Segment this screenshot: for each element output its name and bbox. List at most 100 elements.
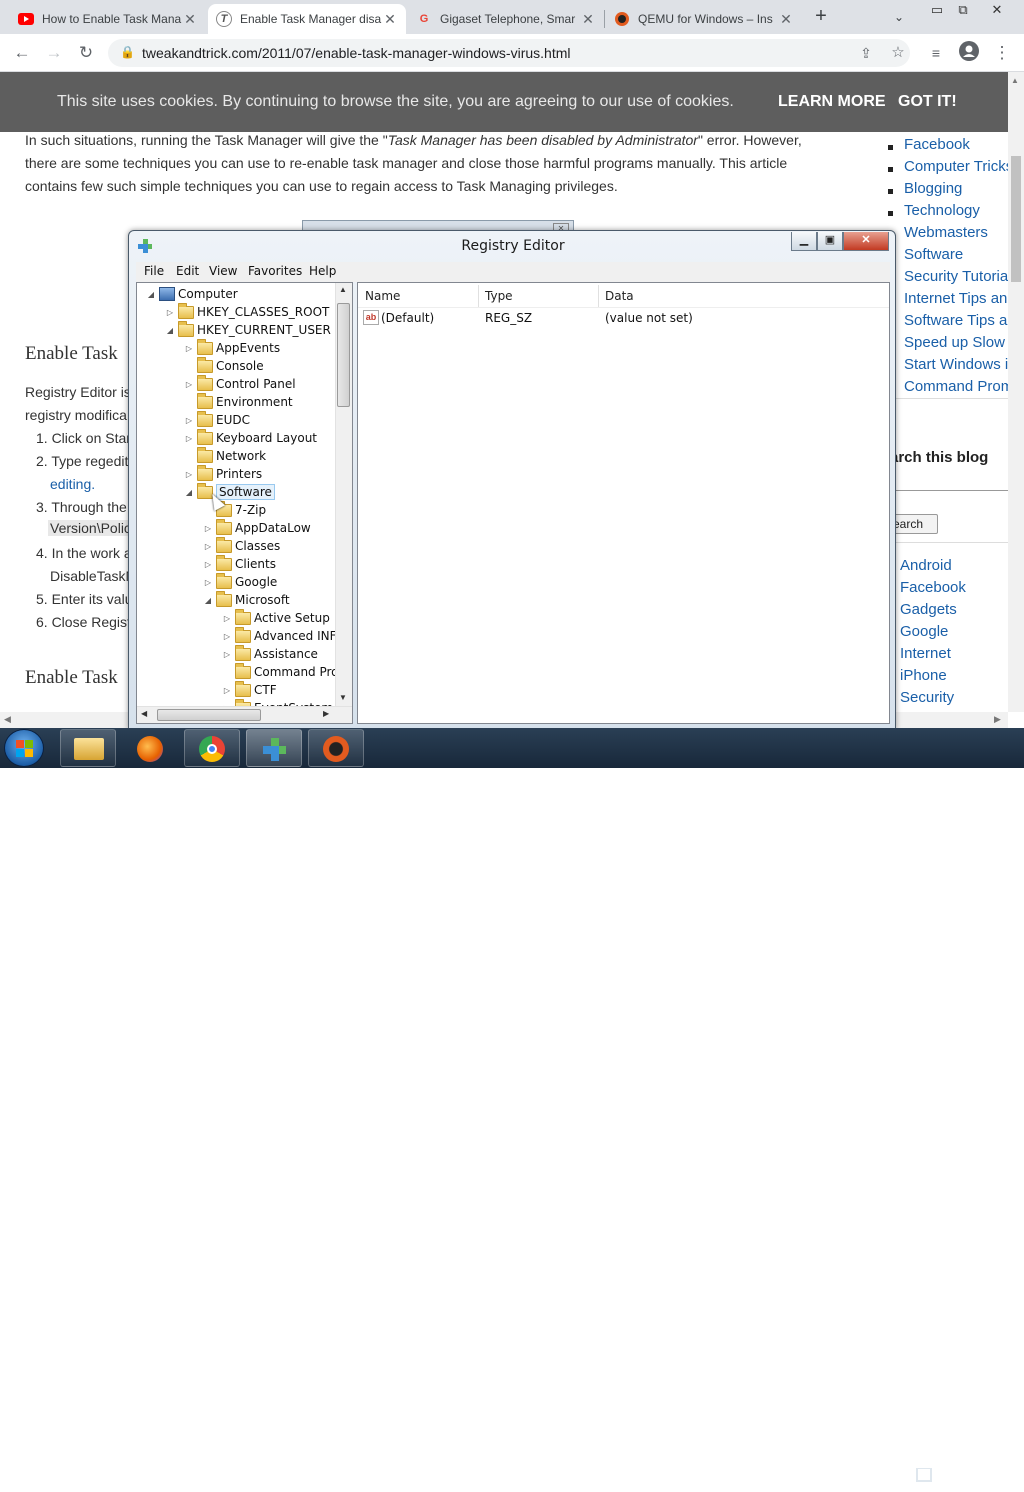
tree-node[interactable]: ▷ Active Setup	[221, 608, 330, 627]
tab-4[interactable]: QEMU for Windows – Ins ✕	[606, 4, 802, 34]
tree-node[interactable]: Network	[183, 446, 266, 465]
collapsed-arrow-icon[interactable]: ▷	[183, 416, 195, 425]
expanded-arrow-icon[interactable]: ◢	[164, 326, 176, 335]
scroll-down-arrow-icon[interactable]: ▼	[339, 693, 347, 702]
tree-node[interactable]: ◢ Computer	[145, 285, 238, 303]
scroll-left-arrow-icon[interactable]: ◀	[141, 709, 147, 718]
sidebar-link[interactable]: Software Tips ar	[904, 312, 1012, 329]
registry-tree[interactable]: ◢ Computer ▷ HKEY_CLASSES_ROOT ◢ HKEY_CURRENT…	[136, 282, 353, 724]
tree-node[interactable]: ◢ Microsoft	[202, 590, 290, 609]
collapsed-arrow-icon[interactable]: ▷	[202, 524, 214, 533]
taskbar-app[interactable]	[308, 729, 364, 767]
scroll-right-arrow-icon[interactable]: ▶	[994, 714, 1001, 725]
collapsed-arrow-icon[interactable]: ▷	[221, 632, 233, 641]
close-icon[interactable]: ✕	[182, 11, 198, 28]
tree-node[interactable]: Command Pro	[221, 662, 339, 681]
step-link[interactable]: editing.	[50, 476, 95, 492]
label-link[interactable]: Gadgets	[900, 601, 957, 618]
back-button[interactable]: ←	[10, 41, 34, 65]
scroll-up-arrow-icon[interactable]: ▲	[339, 285, 347, 294]
reading-list-icon[interactable]: ≡	[924, 41, 948, 65]
tab-1[interactable]: How to Enable Task Mana ✕	[10, 4, 206, 34]
sidebar-link[interactable]: Software	[904, 246, 963, 263]
collapsed-arrow-icon[interactable]: ▷	[183, 380, 195, 389]
got-it-button[interactable]: GOT IT!	[898, 93, 957, 111]
scroll-up-arrow-icon[interactable]: ▲	[1011, 76, 1019, 85]
tree-node[interactable]: ▷ Clients	[202, 554, 276, 573]
scroll-right-arrow-icon[interactable]: ▶	[323, 709, 329, 718]
minimize-button[interactable]: ▁	[791, 232, 817, 251]
new-tab-button[interactable]: +	[808, 6, 834, 28]
tab-2[interactable]: T Enable Task Manager disa ✕	[208, 4, 406, 34]
collapsed-arrow-icon[interactable]: ▷	[202, 542, 214, 551]
sidebar-link[interactable]: Computer Tricks	[904, 158, 1013, 175]
expanded-arrow-icon[interactable]: ◢	[145, 290, 157, 299]
sidebar-link[interactable]: Start Windows i	[904, 356, 1008, 373]
sidebar-link[interactable]: Security Tutoria	[904, 268, 1008, 285]
collapsed-arrow-icon[interactable]: ▷	[164, 308, 176, 317]
column-separator[interactable]	[478, 285, 479, 307]
taskbar-app[interactable]	[122, 729, 178, 767]
label-link[interactable]: Internet	[900, 645, 951, 662]
tree-node[interactable]: ▷ Keyboard Layout	[183, 428, 317, 447]
clock-time[interactable]: 2:25 PM	[950, 1461, 1010, 1475]
sidebar-link[interactable]: Technology	[904, 202, 980, 219]
menu-help[interactable]: Help	[309, 264, 336, 278]
tree-node[interactable]: ▷ Google	[202, 572, 277, 591]
forward-button[interactable]: →	[42, 41, 66, 65]
menu-favorites[interactable]: Favorites	[248, 264, 302, 278]
sidebar-link[interactable]: Command Prom	[904, 378, 1013, 395]
tab-3[interactable]: G Gigaset Telephone, Smar ✕	[408, 4, 604, 34]
tree-node[interactable]: ◢ HKEY_CURRENT_USER	[164, 320, 331, 339]
close-button[interactable]: ✕	[843, 232, 889, 251]
sidebar-link[interactable]: Blogging	[904, 180, 962, 197]
values-list[interactable]: Name Type Data ab (Default) REG_SZ (valu…	[357, 282, 890, 724]
label-link[interactable]: Google	[900, 623, 948, 640]
label-link[interactable]: Security	[900, 689, 954, 706]
label-link[interactable]: Android	[900, 557, 952, 574]
tree-node[interactable]: ▷ Printers	[183, 464, 262, 483]
tree-node[interactable]: ▷ Advanced INF	[221, 626, 337, 645]
reload-button[interactable]: ↻	[74, 41, 98, 65]
column-separator[interactable]	[598, 285, 599, 307]
collapsed-arrow-icon[interactable]: ▷	[183, 434, 195, 443]
tree-node[interactable]: Environment	[183, 392, 293, 411]
collapsed-arrow-icon[interactable]: ▷	[221, 614, 233, 623]
tree-node[interactable]: ▷ AppEvents	[183, 338, 280, 357]
sidebar-link[interactable]: Facebook	[904, 136, 970, 153]
collapsed-arrow-icon[interactable]: ▷	[183, 470, 195, 479]
maximize-button[interactable]: ⧉	[946, 0, 980, 20]
tree-node[interactable]: ▷ AppDataLow	[202, 518, 311, 537]
close-icon[interactable]: ✕	[778, 11, 794, 28]
expanded-arrow-icon[interactable]: ◢	[183, 488, 195, 497]
clock-date[interactable]: 2/18/2022	[946, 1478, 1016, 1492]
close-icon[interactable]: ✕	[580, 11, 596, 28]
taskbar-app[interactable]	[60, 729, 116, 767]
lock-icon[interactable]: 🔒	[120, 45, 135, 59]
label-link[interactable]: iPhone	[900, 667, 947, 684]
address-bar[interactable]: 🔒 tweakandtrick.com/2011/07/enable-task-…	[108, 39, 910, 67]
sidebar-link[interactable]: Internet Tips an	[904, 290, 1007, 307]
label-link[interactable]: Facebook	[900, 579, 966, 596]
tree-node[interactable]: Console	[183, 356, 264, 375]
collapsed-arrow-icon[interactable]: ▷	[183, 344, 195, 353]
share-icon[interactable]: ⇪	[854, 41, 878, 65]
collapsed-arrow-icon[interactable]: ▷	[202, 578, 214, 587]
start-button[interactable]	[4, 729, 44, 767]
menu-file[interactable]: File	[144, 264, 164, 278]
tree-node[interactable]: ▷ CTF	[221, 680, 277, 699]
tree-node[interactable]: ▷ EUDC	[183, 410, 250, 429]
column-header-name[interactable]: Name	[365, 289, 400, 303]
learn-more-button[interactable]: LEARN MORE	[778, 93, 886, 111]
page-scroll-thumb[interactable]	[1011, 156, 1021, 282]
taskbar-app-active[interactable]	[246, 729, 302, 767]
collapsed-arrow-icon[interactable]: ▷	[221, 686, 233, 695]
tree-scroll-thumb[interactable]	[337, 303, 350, 407]
collapsed-arrow-icon[interactable]: ▷	[202, 560, 214, 569]
expanded-arrow-icon[interactable]: ◢	[202, 596, 214, 605]
network-icon[interactable]	[916, 1468, 932, 1482]
bookmark-star-icon[interactable]: ☆	[886, 41, 910, 65]
tree-node[interactable]: ▷ HKEY_CLASSES_ROOT	[164, 302, 329, 321]
tree-node[interactable]: ▷ Control Panel	[183, 374, 296, 393]
profile-avatar[interactable]	[957, 41, 981, 65]
